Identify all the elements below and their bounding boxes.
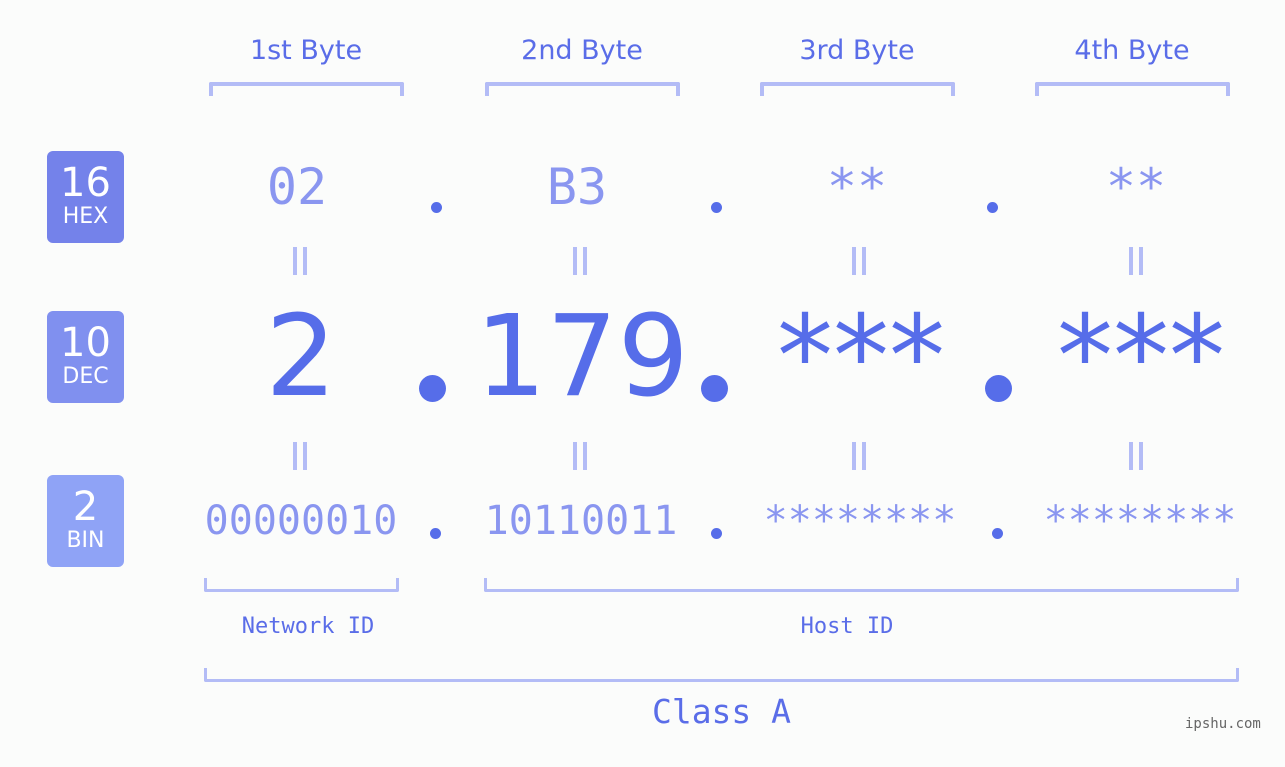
equals-icon: [852, 247, 866, 275]
byte-bracket-2: [485, 82, 680, 96]
dec-value-4: ***: [1057, 292, 1225, 422]
host-id-bracket: [484, 578, 1239, 592]
bin-value-1: 00000010: [204, 498, 398, 544]
byte-bracket-1: [209, 82, 404, 96]
equals-icon: [293, 442, 307, 470]
bin-dot-1: [430, 528, 441, 539]
dec-dot-1: [419, 375, 446, 402]
dec-value-2: 179: [475, 292, 689, 422]
hex-value-1: 02: [266, 158, 328, 216]
byte-header-3: 3rd Byte: [799, 35, 915, 66]
network-id-label: Network ID: [241, 614, 375, 639]
hex-value-3: **: [826, 158, 888, 216]
equals-icon: [573, 247, 587, 275]
bin-badge: 2 BIN: [47, 475, 124, 567]
bin-badge-label: BIN: [66, 528, 105, 553]
dec-badge-label: DEC: [62, 364, 109, 389]
equals-icon: [1129, 247, 1143, 275]
host-id-label: Host ID: [800, 614, 894, 639]
bin-dot-3: [992, 528, 1003, 539]
hex-badge-number: 16: [60, 160, 111, 206]
dec-badge-number: 10: [60, 320, 111, 366]
byte-bracket-3: [760, 82, 955, 96]
byte-header-2: 2nd Byte: [521, 35, 643, 66]
bin-value-3: ********: [763, 498, 957, 544]
hex-value-2: B3: [546, 158, 608, 216]
equals-icon: [573, 442, 587, 470]
watermark: ipshu.com: [1185, 716, 1261, 732]
dec-value-1: 2: [265, 292, 337, 422]
byte-bracket-4: [1035, 82, 1230, 96]
hex-dot-1: [431, 202, 442, 213]
equals-icon: [1129, 442, 1143, 470]
network-id-bracket: [204, 578, 399, 592]
dec-badge: 10 DEC: [47, 311, 124, 403]
byte-header-4: 4th Byte: [1074, 35, 1190, 66]
bin-badge-number: 2: [72, 484, 99, 530]
dec-dot-3: [985, 375, 1012, 402]
class-bracket: [204, 668, 1239, 682]
byte-header-1: 1st Byte: [249, 35, 363, 66]
hex-value-4: **: [1105, 158, 1167, 216]
hex-dot-2: [711, 202, 722, 213]
equals-icon: [852, 442, 866, 470]
hex-badge: 16 HEX: [47, 151, 124, 243]
bin-value-2: 10110011: [484, 498, 678, 544]
class-label: Class A: [651, 692, 792, 731]
bin-value-4: ********: [1043, 498, 1237, 544]
dec-dot-2: [701, 375, 728, 402]
hex-badge-label: HEX: [62, 204, 109, 229]
dec-value-3: ***: [777, 292, 945, 422]
hex-dot-3: [987, 202, 998, 213]
bin-dot-2: [711, 528, 722, 539]
equals-icon: [293, 247, 307, 275]
